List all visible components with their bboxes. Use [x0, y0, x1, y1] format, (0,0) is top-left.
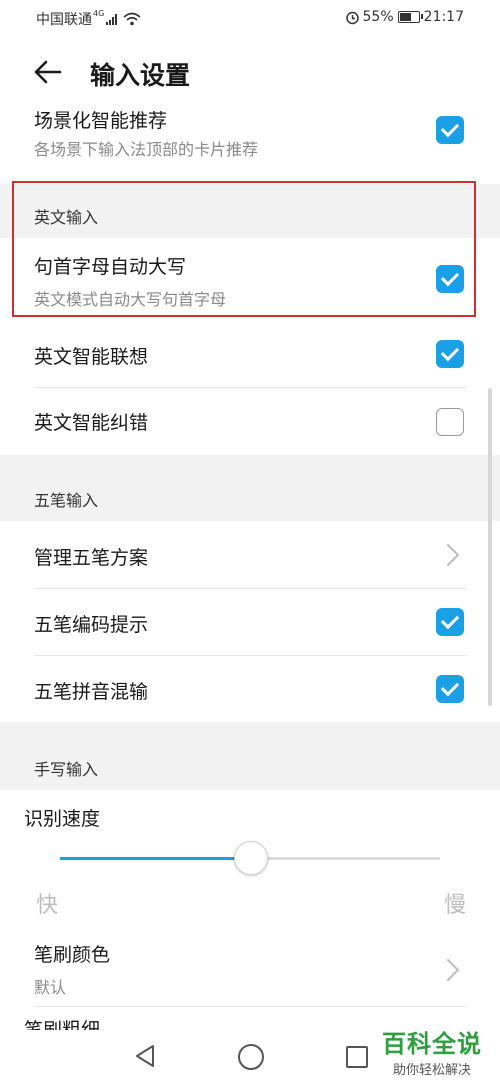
wubi-hint-checkbox[interactable]: [436, 608, 464, 636]
watermark-main: 百科全说: [382, 1030, 482, 1058]
setting-row-scene-recommend[interactable]: 场景化智能推荐 各场景下输入法顶部的卡片推荐: [0, 110, 500, 180]
section-handwriting-input: 手写输入: [0, 722, 500, 790]
scrollbar[interactable]: [488, 388, 492, 706]
row-subtitle: 英文模式自动大写句首字母: [34, 290, 227, 309]
section-title: 五笔输入: [34, 491, 99, 510]
battery-icon: [397, 11, 423, 23]
speed-fast-label: 快: [36, 893, 59, 918]
row-title: 英文智能联想: [34, 346, 149, 368]
triangle-back-icon[interactable]: [134, 1044, 156, 1068]
section-title: 英文输入: [34, 208, 99, 227]
divider: [34, 1006, 466, 1007]
wubi-mix-checkbox[interactable]: [436, 675, 464, 703]
setting-row-wubi-manage[interactable]: 管理五笔方案: [0, 521, 500, 588]
recognition-speed-slider[interactable]: [60, 841, 440, 875]
arrow-left-icon[interactable]: [30, 54, 66, 90]
page-title: 输入设置: [90, 61, 191, 90]
english-correct-checkbox[interactable]: [436, 408, 464, 436]
scene-recommend-checkbox[interactable]: [436, 116, 464, 144]
speed-slow-label: 慢: [443, 893, 466, 918]
section-english-input: 英文输入: [0, 184, 500, 238]
setting-row-english-predict[interactable]: 英文智能联想: [0, 320, 500, 387]
clock: 21:17: [423, 9, 464, 25]
row-title: 笔刷颜色: [34, 944, 111, 966]
row-title: 五笔拼音混输: [34, 681, 149, 703]
setting-row-wubi-mix[interactable]: 五笔拼音混输: [0, 656, 500, 722]
chevron-right-icon: [436, 543, 460, 567]
row-subtitle: 各场景下输入法顶部的卡片推荐: [34, 140, 259, 159]
app-header: 输入设置: [0, 36, 500, 110]
row-title: 英文智能纠错: [34, 412, 149, 434]
setting-row-auto-capitalize[interactable]: 句首字母自动大写 英文模式自动大写句首字母: [0, 238, 500, 316]
setting-row-wubi-hint[interactable]: 五笔编码提示: [0, 589, 500, 655]
auto-capitalize-checkbox[interactable]: [436, 265, 464, 293]
row-title: 五笔编码提示: [34, 614, 149, 636]
battery-percent: 55%: [362, 9, 394, 25]
section-wubi-input: 五笔输入: [0, 455, 500, 521]
row-value: 默认: [34, 978, 67, 997]
setting-row-brush-color[interactable]: 笔刷颜色 默认: [0, 930, 500, 1006]
row-title: 句首字母自动大写: [34, 256, 187, 278]
status-left: 中国联通 4G: [36, 9, 141, 29]
brush-width-row-partial[interactable]: 笔刷粗细: [24, 1018, 100, 1030]
row-title: 管理五笔方案: [34, 547, 149, 569]
wifi-icon: [123, 12, 141, 26]
chevron-right-icon: [436, 958, 460, 982]
network-type: 4G: [93, 8, 105, 18]
english-predict-checkbox[interactable]: [436, 340, 464, 368]
square-recent-icon[interactable]: [346, 1046, 368, 1068]
slider-fill: [60, 857, 250, 860]
watermark-sub: 助你轻松解决: [392, 1063, 471, 1078]
circle-home-icon[interactable]: [238, 1044, 264, 1070]
recognition-speed-label: 识别速度: [24, 808, 101, 830]
section-title: 手写输入: [34, 760, 99, 779]
alarm-icon: [345, 11, 359, 24]
row-title: 场景化智能推荐: [34, 110, 168, 132]
watermark: 百科全说 助你轻松解决: [378, 1024, 486, 1078]
carrier-label: 中国联通: [36, 12, 92, 28]
setting-row-english-correct[interactable]: 英文智能纠错: [0, 388, 500, 454]
slider-thumb[interactable]: [234, 841, 268, 875]
status-bar: 中国联通 4G 55% 21:17: [0, 0, 500, 36]
signal-icon: [106, 13, 118, 25]
status-right: 55% 21:17: [345, 9, 464, 25]
